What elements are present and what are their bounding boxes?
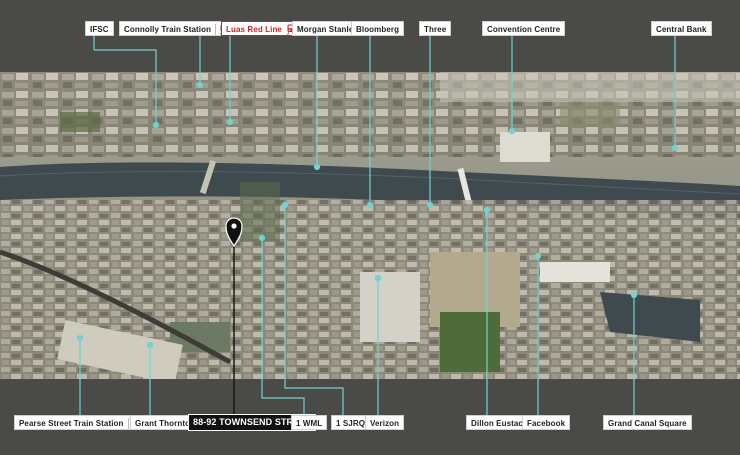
map-stage: IFSC Connolly Train Station Luas Red Lin…: [0, 0, 740, 455]
label-wml-text: 1 WML: [296, 419, 323, 428]
label-convention-centre: Convention Centre: [482, 21, 566, 36]
label-facebook-text: Facebook: [527, 419, 566, 428]
label-central-bank: Central Bank: [651, 21, 712, 36]
label-sjrq-text: 1 SJRQ: [336, 419, 366, 428]
label-convention-text: Convention Centre: [487, 25, 561, 34]
label-verizon-text: Verizon: [370, 419, 400, 428]
label-facebook: Facebook: [522, 415, 571, 430]
label-pearse-text: Pearse Street Train Station: [19, 419, 124, 428]
label-bloomberg: Bloomberg: [351, 21, 405, 36]
aerial-city-view: [0, 72, 740, 379]
label-morgan-text: Morgan Stanley: [297, 25, 358, 34]
aerial-photo: [0, 72, 740, 379]
label-grand-canal-square: Grand Canal Square: [603, 415, 692, 430]
label-dillon-text: Dillon Eustace: [471, 419, 528, 428]
label-ifsc: IFSC: [85, 21, 114, 36]
label-verizon: Verizon: [365, 415, 405, 430]
label-ifsc-text: IFSC: [90, 25, 109, 34]
label-three-text: Three: [424, 25, 447, 34]
label-gcsq-text: Grand Canal Square: [608, 419, 687, 428]
label-connolly-text: Connolly Train Station: [124, 25, 212, 34]
label-1-wml: 1 WML: [291, 415, 328, 430]
label-centralbank-text: Central Bank: [656, 25, 707, 34]
label-luas-text: Luas Red Line: [226, 25, 282, 34]
label-three: Three: [419, 21, 452, 36]
label-bloomberg-text: Bloomberg: [356, 25, 400, 34]
label-grant-text: Grant Thornton: [135, 419, 196, 428]
